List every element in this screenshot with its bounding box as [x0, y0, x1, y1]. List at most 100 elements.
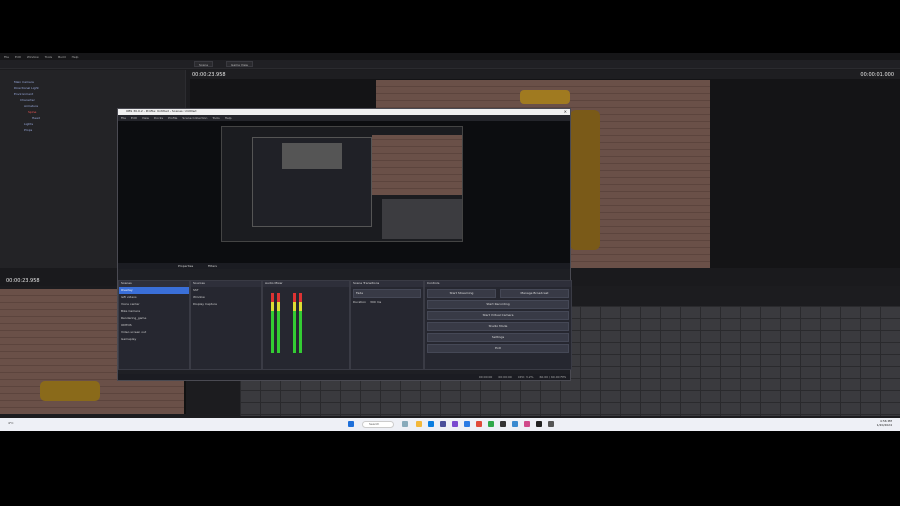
filters-button[interactable]: Filters [208, 264, 217, 268]
obs-menu-help[interactable]: Help [225, 116, 232, 120]
outliner-row[interactable]: Spine [28, 110, 36, 114]
teams-icon[interactable] [440, 421, 446, 427]
audio-meter [271, 293, 274, 353]
brick-floor [372, 135, 462, 195]
obs-menu-tools[interactable]: Tools [212, 116, 219, 120]
outliner-row[interactable]: Head [32, 116, 40, 120]
nested-grid [382, 199, 462, 239]
controls-dock: Controls Start Streaming Manage Broadcas… [424, 280, 572, 370]
obs-statusbar: 00:00:00 00:00:00 CPU: 3.2% 60.00 / 60.0… [118, 374, 570, 380]
scenes-dock: Scenes Overlay left videos Voice center … [118, 280, 190, 370]
obs-window: OBS 30.0.2 - Profile: Untitled - Scenes:… [117, 108, 572, 381]
tab-game-view[interactable]: Game View [226, 61, 254, 67]
time-display-left: 00:00:23.958 [192, 72, 226, 78]
status-fps: 60.00 / 60.00 FPS [539, 375, 567, 379]
obs-menu-file[interactable]: File [121, 116, 126, 120]
sources-dock: Sources SST Window Display Capture [190, 280, 262, 370]
menu-edit[interactable]: Edit [15, 55, 21, 59]
obs-source-toolbar: Properties Filters [118, 263, 570, 269]
outliner-row[interactable]: Main Camera [14, 80, 34, 84]
app-icon[interactable] [452, 421, 458, 427]
obs-preview[interactable] [118, 121, 570, 263]
scene-item[interactable]: Video screen out [119, 329, 189, 336]
outliner-row[interactable]: Props [24, 128, 32, 132]
app-icon[interactable] [548, 421, 554, 427]
outliner-row[interactable]: Character [20, 98, 35, 102]
audio-mixer-dock: Audio Mixer [262, 280, 350, 370]
app-icon[interactable] [512, 421, 518, 427]
app-icon[interactable] [500, 421, 506, 427]
animatronic-figure [570, 110, 600, 250]
transition-select[interactable]: Fade [353, 289, 421, 298]
app-icon[interactable] [464, 421, 470, 427]
obs-menu-profile[interactable]: Profile [168, 116, 177, 120]
taskbar-clock: 4:56 PM 1/20/2024 [877, 419, 892, 427]
scene-transitions-dock: Scene Transitions Fade Duration 300 ms [350, 280, 424, 370]
outliner-row[interactable]: Lights [24, 122, 33, 126]
start-virtual-camera-button[interactable]: Start Virtual Camera [427, 311, 569, 320]
outliner-row[interactable]: Directional Light [14, 86, 39, 90]
windows-taskbar: 4°C Search 4:56 PM 1/20/2024 [0, 418, 900, 431]
weather-widget[interactable]: 4°C [8, 421, 14, 425]
menu-tools[interactable]: Tools [45, 55, 52, 59]
start-recording-button[interactable]: Start Recording [427, 300, 569, 309]
animatronic-figure [40, 381, 100, 401]
viewport-timebar: 00:00:23.958 00:00:01.000 [190, 70, 900, 79]
editor-toolbar: Scene Game View [0, 60, 900, 69]
start-icon[interactable] [348, 421, 354, 427]
start-streaming-button[interactable]: Start Streaming [427, 289, 496, 298]
obs-menu-view[interactable]: View [142, 116, 149, 120]
exit-button[interactable]: Exit [427, 344, 569, 353]
outliner-row[interactable]: Armature [24, 104, 38, 108]
scene-item[interactable]: ONTOS [119, 322, 189, 329]
widgets-icon[interactable] [402, 421, 408, 427]
tab-scene[interactable]: Scene [194, 61, 214, 67]
desktop-screen: File Edit Window Tools Build Help Scene … [0, 53, 900, 431]
audio-meter [293, 293, 296, 353]
nested-preview-inner [282, 143, 342, 169]
edge-icon[interactable] [428, 421, 434, 427]
menu-file[interactable]: File [4, 55, 9, 59]
app-icon[interactable] [488, 421, 494, 427]
outliner-row[interactable]: Environment [14, 92, 33, 96]
menu-help[interactable]: Help [72, 55, 79, 59]
audio-mixer-header: Audio Mixer [263, 281, 349, 287]
app-icon[interactable] [476, 421, 482, 427]
duration-input[interactable]: 300 ms [370, 300, 381, 304]
obs-menu-docks[interactable]: Docks [154, 116, 163, 120]
taskbar-search[interactable]: Search [362, 421, 394, 428]
settings-button[interactable]: Settings [427, 333, 569, 342]
menu-build[interactable]: Build [58, 55, 66, 59]
obs-icon[interactable] [536, 421, 542, 427]
studio-mode-button[interactable]: Studio Mode [427, 322, 569, 331]
transitions-header: Scene Transitions [351, 281, 423, 287]
properties-button[interactable]: Properties [178, 264, 193, 268]
source-item[interactable]: SST [191, 287, 261, 294]
scene-item[interactable]: Bike Camera [119, 308, 189, 315]
nested-preview [221, 126, 463, 242]
clock-date: 1/20/2024 [876, 423, 892, 427]
menu-window[interactable]: Window [27, 55, 39, 59]
time-display-right: 00:00:01.000 [860, 72, 894, 78]
scene-item[interactable]: Rendering_game [119, 315, 189, 322]
audio-meter [299, 293, 302, 353]
audio-meter [277, 293, 280, 353]
manage-broadcast-button[interactable]: Manage Broadcast [500, 289, 569, 298]
app-icon[interactable] [524, 421, 530, 427]
scene-item[interactable]: Voice center [119, 301, 189, 308]
source-item[interactable]: Window [191, 294, 261, 301]
editor-menubar: File Edit Window Tools Build Help [0, 53, 900, 60]
close-icon[interactable]: ✕ [564, 109, 567, 114]
status-cpu: CPU: 3.2% [517, 375, 534, 379]
animatronic-figure [520, 90, 570, 104]
status-live-time: 00:00:00 [478, 375, 493, 379]
obs-menu-scene-collection[interactable]: Scene Collection [182, 116, 207, 120]
source-item[interactable]: Display Capture [191, 301, 261, 308]
file-explorer-icon[interactable] [416, 421, 422, 427]
lower-time-display: 00:00:23.958 [6, 278, 40, 284]
duration-label: Duration [353, 300, 367, 304]
obs-menu-edit[interactable]: Edit [131, 116, 137, 120]
scene-item[interactable]: Gameplay [119, 336, 189, 343]
scene-item[interactable]: left videos [119, 294, 189, 301]
scene-item[interactable]: Overlay [119, 287, 189, 294]
